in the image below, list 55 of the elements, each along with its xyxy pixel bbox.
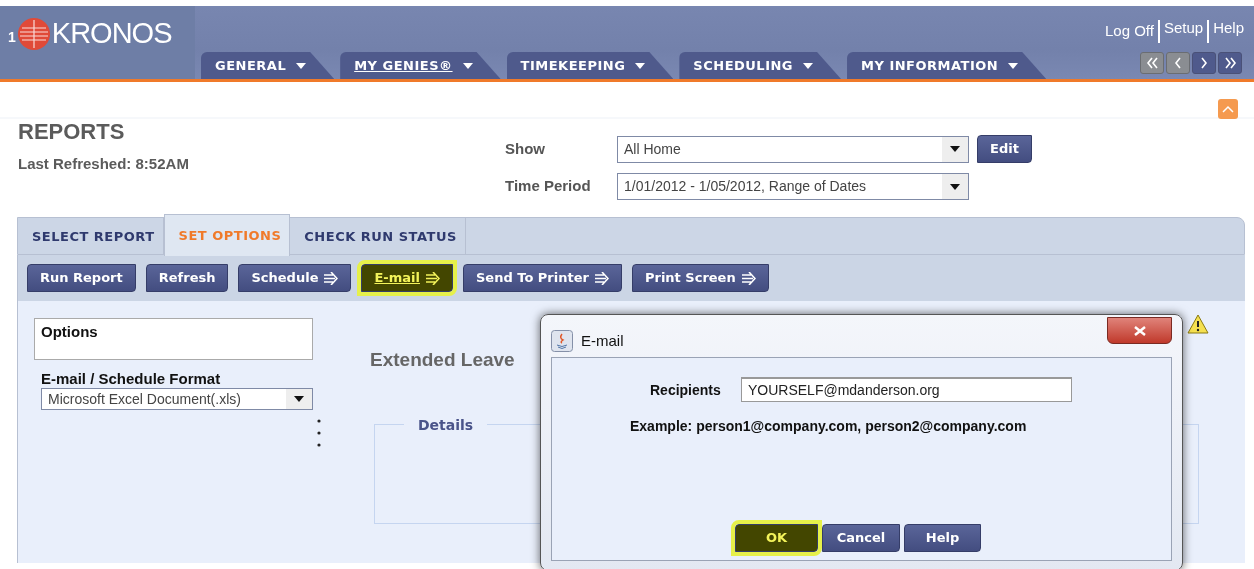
header-link[interactable]: Log Off [1105,20,1154,43]
arrow-icon [425,271,440,285]
format-dropdown[interactable]: Microsoft Excel Document(.xls) [41,388,313,410]
double-right-chevron-icon [1223,56,1237,70]
toolbar-button[interactable]: Schedule [238,264,352,292]
filter-label: Show [505,138,546,159]
menu-tab[interactable]: GENERAL [201,52,335,79]
dialog-button[interactable]: Cancel [822,524,900,552]
dropdown-arrow-icon [950,146,960,152]
filter-dropdown[interactable]: All Home [617,135,969,163]
close-button[interactable] [1107,317,1172,344]
last-refreshed-text: Last Refreshed: 8:52AM [18,154,190,174]
caret-icon [803,62,814,69]
page-title: REPORTS [18,119,126,145]
filter-dropdown[interactable]: 1/01/2012 - 1/05/2012, Range of Dates [617,173,969,200]
arrow-icon [741,271,756,285]
menu-tab[interactable]: MY GENIES® [340,52,501,79]
caret-icon [462,62,473,69]
dialog-button[interactable]: Help [904,524,981,552]
filter-label: Time Period [505,176,592,197]
toolbar-button[interactable]: Run Report [27,264,136,292]
edit-button[interactable]: Edit [977,135,1032,163]
globe-logo-icon [17,17,50,50]
report-title: Extended Leave [370,348,515,372]
header-link[interactable]: Setup [1157,20,1204,43]
menu-tab[interactable]: MY INFORMATION [847,52,1047,79]
arrow-icon [594,271,609,285]
format-label: E-mail / Schedule Format [41,369,221,389]
caret-icon [635,62,646,69]
last-page-button[interactable] [1218,52,1242,74]
close-icon [1133,325,1146,336]
cup-app-icon [551,330,573,352]
logo-prefix: 1 [8,28,16,47]
menu-tab[interactable]: SCHEDULING [679,52,842,79]
options-box: Options [34,318,313,360]
logo-wordmark: KRONOS [51,15,172,51]
dialog-title: E-mail [581,330,624,351]
toolbar-button[interactable]: Print Screen [631,264,769,292]
toolbar-button[interactable]: Refresh [145,264,229,292]
caret-icon [296,62,307,69]
dropdown-arrow-icon [294,396,304,402]
arrow-icon [324,271,339,285]
caret-icon [1008,62,1019,69]
menu-tab[interactable]: TIMEKEEPING [506,52,674,79]
header-link[interactable]: Help [1207,20,1244,43]
double-left-chevron-icon [1145,56,1159,70]
warning-icon [1187,314,1209,334]
recipients-field[interactable]: YOURSELF@mdanderson.org [741,377,1072,402]
splitter-handle-icon[interactable] [317,419,321,447]
recipients-label: Recipients [650,381,721,400]
dropdown-arrow-icon [950,183,960,190]
example-text: Example: person1@company.com, person2@company.com [630,417,1027,436]
next-page-button[interactable] [1192,52,1216,74]
up-chevron-icon [1222,104,1234,114]
toolbar-button[interactable]: Send To Printer [462,264,622,292]
